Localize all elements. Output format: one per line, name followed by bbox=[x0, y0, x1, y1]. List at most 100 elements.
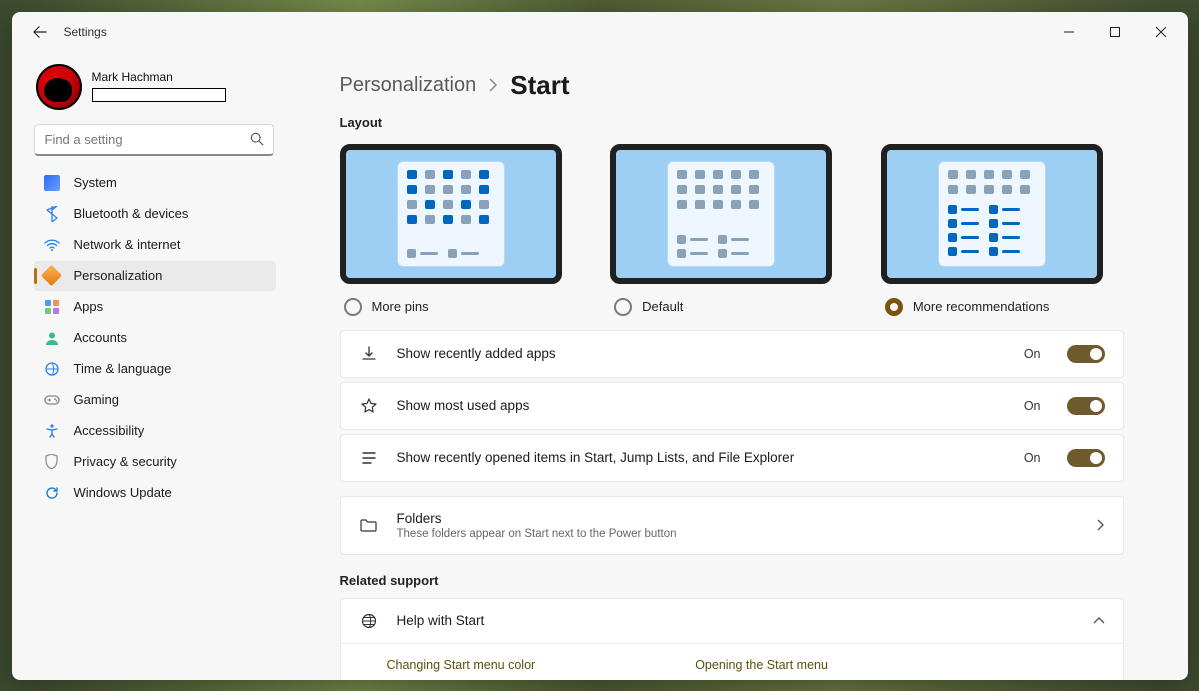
star-icon bbox=[359, 398, 379, 414]
person-icon bbox=[44, 330, 60, 346]
bluetooth-icon bbox=[44, 206, 60, 222]
setting-recent-items: Show recently opened items in Start, Jum… bbox=[340, 434, 1124, 482]
back-button[interactable] bbox=[26, 18, 54, 46]
layout-preview-more-recs bbox=[881, 144, 1103, 284]
app-title: Settings bbox=[64, 25, 107, 39]
maximize-button[interactable] bbox=[1092, 12, 1138, 52]
toggle-most-used[interactable] bbox=[1067, 397, 1105, 415]
nav-windows-update[interactable]: Windows Update bbox=[34, 478, 276, 508]
help-globe-icon bbox=[359, 613, 379, 629]
nav-label: Privacy & security bbox=[74, 454, 177, 469]
wifi-icon bbox=[44, 237, 60, 253]
accessibility-icon bbox=[44, 423, 60, 439]
help-with-start[interactable]: Help with Start bbox=[340, 598, 1124, 644]
nav-bluetooth[interactable]: Bluetooth & devices bbox=[34, 199, 276, 229]
nav-apps[interactable]: Apps bbox=[34, 292, 276, 322]
search-icon bbox=[250, 132, 264, 146]
layout-options-row: More pins bbox=[340, 144, 1124, 316]
back-arrow-icon bbox=[33, 25, 47, 39]
nav-personalization[interactable]: Personalization bbox=[34, 261, 276, 291]
chevron-right-icon bbox=[1097, 519, 1105, 531]
setting-title: Show most used apps bbox=[397, 398, 1006, 413]
layout-preview-default bbox=[610, 144, 832, 284]
window-controls bbox=[1046, 12, 1184, 52]
list-icon bbox=[359, 451, 379, 465]
setting-subtitle: These folders appear on Start next to th… bbox=[397, 528, 1079, 540]
profile-name: Mark Hachman bbox=[92, 71, 226, 84]
setting-title: Folders bbox=[397, 511, 1079, 526]
chevron-right-icon bbox=[488, 78, 498, 92]
breadcrumb: Personalization Start bbox=[340, 70, 1124, 101]
avatar bbox=[36, 64, 82, 110]
search-wrap bbox=[34, 124, 274, 156]
setting-recently-added: Show recently added apps On bbox=[340, 330, 1124, 378]
sidebar: Mark Hachman System Bluetooth & devices bbox=[12, 52, 292, 680]
download-icon bbox=[359, 346, 379, 362]
toggle-state: On bbox=[1024, 451, 1041, 465]
nav-label: Windows Update bbox=[74, 485, 172, 500]
nav-label: Accessibility bbox=[74, 423, 145, 438]
nav-label: Personalization bbox=[74, 268, 163, 283]
layout-preview-more-pins bbox=[340, 144, 562, 284]
profile-email-redacted bbox=[92, 88, 226, 102]
nav-label: Gaming bbox=[74, 392, 120, 407]
close-icon bbox=[1156, 27, 1166, 37]
nav-label: Apps bbox=[74, 299, 104, 314]
toggle-recently-added[interactable] bbox=[1067, 345, 1105, 363]
help-link-open-start[interactable]: Opening the Start menu bbox=[695, 658, 828, 672]
search-input[interactable] bbox=[34, 124, 274, 156]
nav-label: System bbox=[74, 175, 117, 190]
profile-block[interactable]: Mark Hachman bbox=[34, 60, 276, 120]
paintbrush-icon bbox=[44, 268, 60, 284]
settings-window: Settings Mark Hachman bbox=[12, 12, 1188, 680]
maximize-icon bbox=[1110, 27, 1120, 37]
layout-option-default[interactable]: Default bbox=[610, 144, 853, 316]
shield-icon bbox=[44, 454, 60, 470]
related-support-label: Related support bbox=[340, 573, 1124, 588]
update-icon bbox=[44, 485, 60, 501]
setting-title: Show recently added apps bbox=[397, 346, 1006, 361]
page-title: Start bbox=[510, 70, 569, 101]
radio-label: Default bbox=[642, 299, 683, 314]
setting-folders[interactable]: Folders These folders appear on Start ne… bbox=[340, 496, 1124, 555]
nav-label: Accounts bbox=[74, 330, 127, 345]
nav-label: Network & internet bbox=[74, 237, 181, 252]
nav-gaming[interactable]: Gaming bbox=[34, 385, 276, 415]
nav-accounts[interactable]: Accounts bbox=[34, 323, 276, 353]
folder-icon bbox=[359, 518, 379, 532]
nav: System Bluetooth & devices Network & int… bbox=[34, 168, 276, 508]
toggle-recent-items[interactable] bbox=[1067, 449, 1105, 467]
layout-option-more-pins[interactable]: More pins bbox=[340, 144, 583, 316]
minimize-icon bbox=[1064, 27, 1074, 37]
globe-clock-icon bbox=[44, 361, 60, 377]
radio-more-pins[interactable] bbox=[344, 298, 362, 316]
apps-icon bbox=[44, 299, 60, 315]
nav-time-language[interactable]: Time & language bbox=[34, 354, 276, 384]
system-icon bbox=[44, 175, 60, 191]
nav-system[interactable]: System bbox=[34, 168, 276, 198]
layout-section-label: Layout bbox=[340, 115, 1124, 130]
help-link-color[interactable]: Changing Start menu color bbox=[387, 658, 536, 672]
gamepad-icon bbox=[44, 392, 60, 408]
radio-more-recs[interactable] bbox=[885, 298, 903, 316]
setting-title: Show recently opened items in Start, Jum… bbox=[397, 450, 1006, 465]
help-links: Changing Start menu color Opening the St… bbox=[340, 644, 1124, 680]
help-title: Help with Start bbox=[397, 613, 1075, 628]
breadcrumb-root[interactable]: Personalization bbox=[340, 74, 477, 97]
chevron-up-icon bbox=[1093, 617, 1105, 625]
radio-label: More recommendations bbox=[913, 299, 1050, 314]
radio-label: More pins bbox=[372, 299, 429, 314]
nav-network[interactable]: Network & internet bbox=[34, 230, 276, 260]
setting-most-used: Show most used apps On bbox=[340, 382, 1124, 430]
nav-accessibility[interactable]: Accessibility bbox=[34, 416, 276, 446]
main-content: Personalization Start Layout bbox=[292, 52, 1188, 680]
toggle-state: On bbox=[1024, 347, 1041, 361]
nav-privacy[interactable]: Privacy & security bbox=[34, 447, 276, 477]
close-button[interactable] bbox=[1138, 12, 1184, 52]
minimize-button[interactable] bbox=[1046, 12, 1092, 52]
nav-label: Bluetooth & devices bbox=[74, 206, 189, 221]
layout-option-more-recs[interactable]: More recommendations bbox=[881, 144, 1124, 316]
radio-default[interactable] bbox=[614, 298, 632, 316]
toggle-state: On bbox=[1024, 399, 1041, 413]
titlebar: Settings bbox=[12, 12, 1188, 52]
